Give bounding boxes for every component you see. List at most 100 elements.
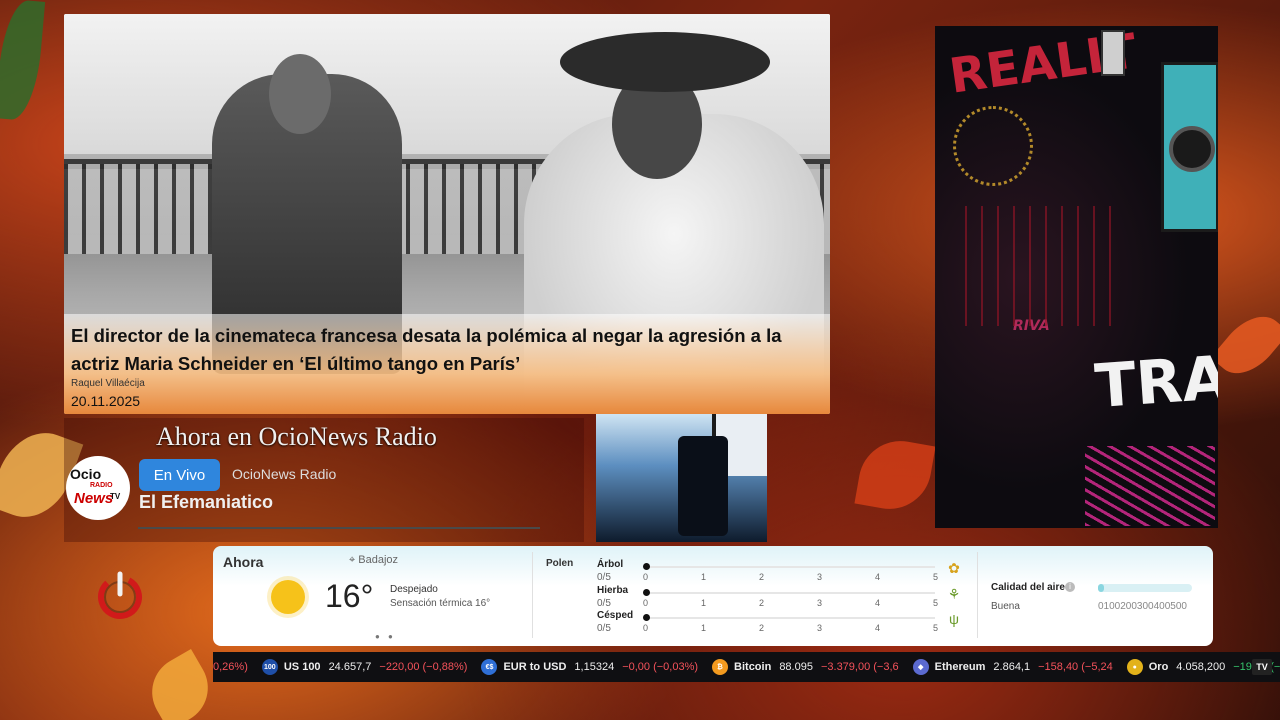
- scale-tick: 5: [933, 572, 939, 582]
- carousel-dots[interactable]: ● ●: [375, 632, 396, 641]
- ticker-item[interactable]: ₿ Bitcoin 88.095 −3.379,00 (−3,6: [712, 659, 899, 675]
- pollen-scale: 0 1 2 3 4 5: [643, 623, 939, 635]
- asset-icon: ◆: [912, 659, 929, 675]
- article-author: Raquel Villaécija: [71, 378, 145, 389]
- divider: [532, 552, 533, 638]
- scale-tick: 1: [701, 598, 707, 608]
- logo-text: Ocio: [70, 466, 102, 482]
- asset-name: Oro: [1148, 661, 1169, 673]
- scale-tick: 0: [643, 598, 649, 608]
- pollen-name: Césped: [597, 610, 634, 621]
- photo-figure-man-head: [269, 54, 331, 134]
- info-icon[interactable]: i: [1065, 582, 1075, 592]
- air-quality-bar: [1098, 584, 1192, 592]
- leaf-decoration: [1210, 304, 1280, 386]
- pollen-row-tree: Árbol 0/5 0 1 2 3 4 5 ✿: [597, 559, 960, 585]
- tree-icon: ✿: [948, 560, 960, 576]
- scale-tick: 1: [701, 572, 707, 582]
- tradingview-logo[interactable]: TV: [1252, 659, 1272, 675]
- pollen-row-lawn: Césped 0/5 0 1 2 3 4 5 ψ: [597, 610, 959, 636]
- lawn-icon: ψ: [949, 611, 959, 627]
- station-name: OcioNews Radio: [232, 466, 337, 482]
- market-ticker[interactable]: 0,26%) 100 US 100 24.657,7 −220,00 (−0,88%)…: [213, 652, 1280, 682]
- feels-like: Sensación térmica 16°: [390, 598, 491, 609]
- live-video-thumbnail[interactable]: [596, 414, 767, 542]
- weather-location: ⌖ Badajoz: [349, 554, 398, 567]
- article-headline[interactable]: El director de la cinemateca francesa de…: [71, 322, 821, 378]
- featured-article[interactable]: El director de la cinemateca francesa de…: [64, 14, 830, 414]
- weather-widget: Ahora ⌖ Badajoz 16° Despejado Sensación …: [213, 546, 1213, 646]
- location-pin-icon: ⌖: [349, 554, 356, 566]
- ticker-item[interactable]: ◆ Ethereum 2.864,1 −158,40 (−5,24: [912, 659, 1113, 675]
- logo-text: News: [74, 490, 114, 507]
- pollen-value: 0/5: [597, 598, 611, 609]
- ticker-item[interactable]: 100 US 100 24.657,7 −220,00 (−0,88%): [261, 659, 468, 675]
- temperature: 16°: [325, 578, 374, 614]
- photo-hat: [560, 32, 770, 92]
- weather-condition: Despejado: [390, 584, 438, 595]
- pollen-track: [645, 592, 935, 594]
- pollen-scale: 0 1 2 3 4 5: [643, 572, 939, 584]
- ticker-items: 100 US 100 24.657,7 −220,00 (−0,88%) €$ EUR t…: [261, 659, 1280, 675]
- pollen-level-dot: [643, 614, 650, 621]
- divider: [977, 552, 978, 638]
- radio-progress-line: [138, 527, 540, 529]
- sun-icon: [271, 580, 305, 614]
- scale-tick: 3: [817, 572, 823, 582]
- speaker-small: [1101, 30, 1125, 76]
- air-quality-label: Calidad del aire: [991, 582, 1065, 593]
- weather-now-label: Ahora: [223, 554, 264, 570]
- asset-price: 1,15324: [574, 661, 615, 673]
- article-date: 20.11.2025: [71, 393, 141, 409]
- scale-tick: 5: [933, 598, 939, 608]
- scale-tick: 4: [875, 623, 881, 633]
- asset-change: −220,00 (−0,88%): [379, 661, 468, 673]
- show-name: El Efemaniatico: [139, 492, 274, 512]
- scale-tick: 5: [933, 623, 939, 633]
- graffiti-poster: REALIT RIVA TRAP: [935, 26, 1218, 528]
- poster-tag: TRAP: [1092, 339, 1218, 423]
- asset-icon: ₿: [712, 659, 729, 675]
- scale-tick: 4: [875, 572, 881, 582]
- video-camera: [678, 436, 728, 536]
- scale-tick: 2: [759, 598, 765, 608]
- pollen-level-dot: [643, 589, 650, 596]
- pollen-name: Árbol: [597, 559, 624, 570]
- ticker-item-partial: 0,26%): [213, 661, 248, 673]
- speaker-cone: [1169, 126, 1215, 172]
- red-drips: [965, 206, 1115, 326]
- air-quality-scale: 0100200300400500: [1098, 601, 1187, 612]
- asset-name: EUR to USD: [503, 661, 567, 673]
- location-name: Badajoz: [358, 554, 399, 566]
- gold-ornament: [953, 106, 1033, 186]
- scale-tick: 1: [701, 623, 707, 633]
- asset-change: −0,00 (−0,03%): [622, 661, 699, 673]
- asset-price: 4.058,200: [1176, 661, 1226, 673]
- asset-icon: €$: [481, 659, 498, 675]
- live-button[interactable]: En Vivo: [139, 459, 220, 491]
- pollen-value: 0/5: [597, 572, 611, 583]
- grass-icon: ⚘: [947, 586, 961, 602]
- ticker-change: 0,26%): [213, 661, 248, 673]
- asset-icon: ●: [1126, 659, 1143, 675]
- scale-tick: 0: [643, 623, 649, 633]
- air-quality-fill: [1098, 584, 1104, 592]
- scale-tick: 0: [643, 572, 649, 582]
- asset-change: −158,40 (−5,24: [1038, 661, 1113, 673]
- asset-icon: 100: [261, 659, 278, 675]
- leaf-decoration: [139, 649, 221, 720]
- air-quality-level: Buena: [991, 601, 1020, 612]
- scale-tick: 2: [759, 623, 765, 633]
- pollen-row-grass: Hierba 0/5 0 1 2 3 4 5 ⚘: [597, 585, 960, 611]
- pollen-name: Hierba: [597, 585, 629, 596]
- pollen-value: 0/5: [597, 623, 611, 634]
- pollen-scale: 0 1 2 3 4 5: [643, 598, 939, 610]
- asset-name: US 100: [283, 661, 321, 673]
- pollen-track: [645, 617, 935, 619]
- asset-change: −3.379,00 (−3,6: [820, 661, 899, 673]
- scale-tick: 3: [817, 623, 823, 633]
- logo-text: RADIO: [90, 482, 113, 489]
- ticker-item[interactable]: €$ EUR to USD 1,15324 −0,00 (−0,03%): [481, 659, 698, 675]
- power-icon[interactable]: [95, 570, 145, 620]
- pollen-level-dot: [643, 563, 650, 570]
